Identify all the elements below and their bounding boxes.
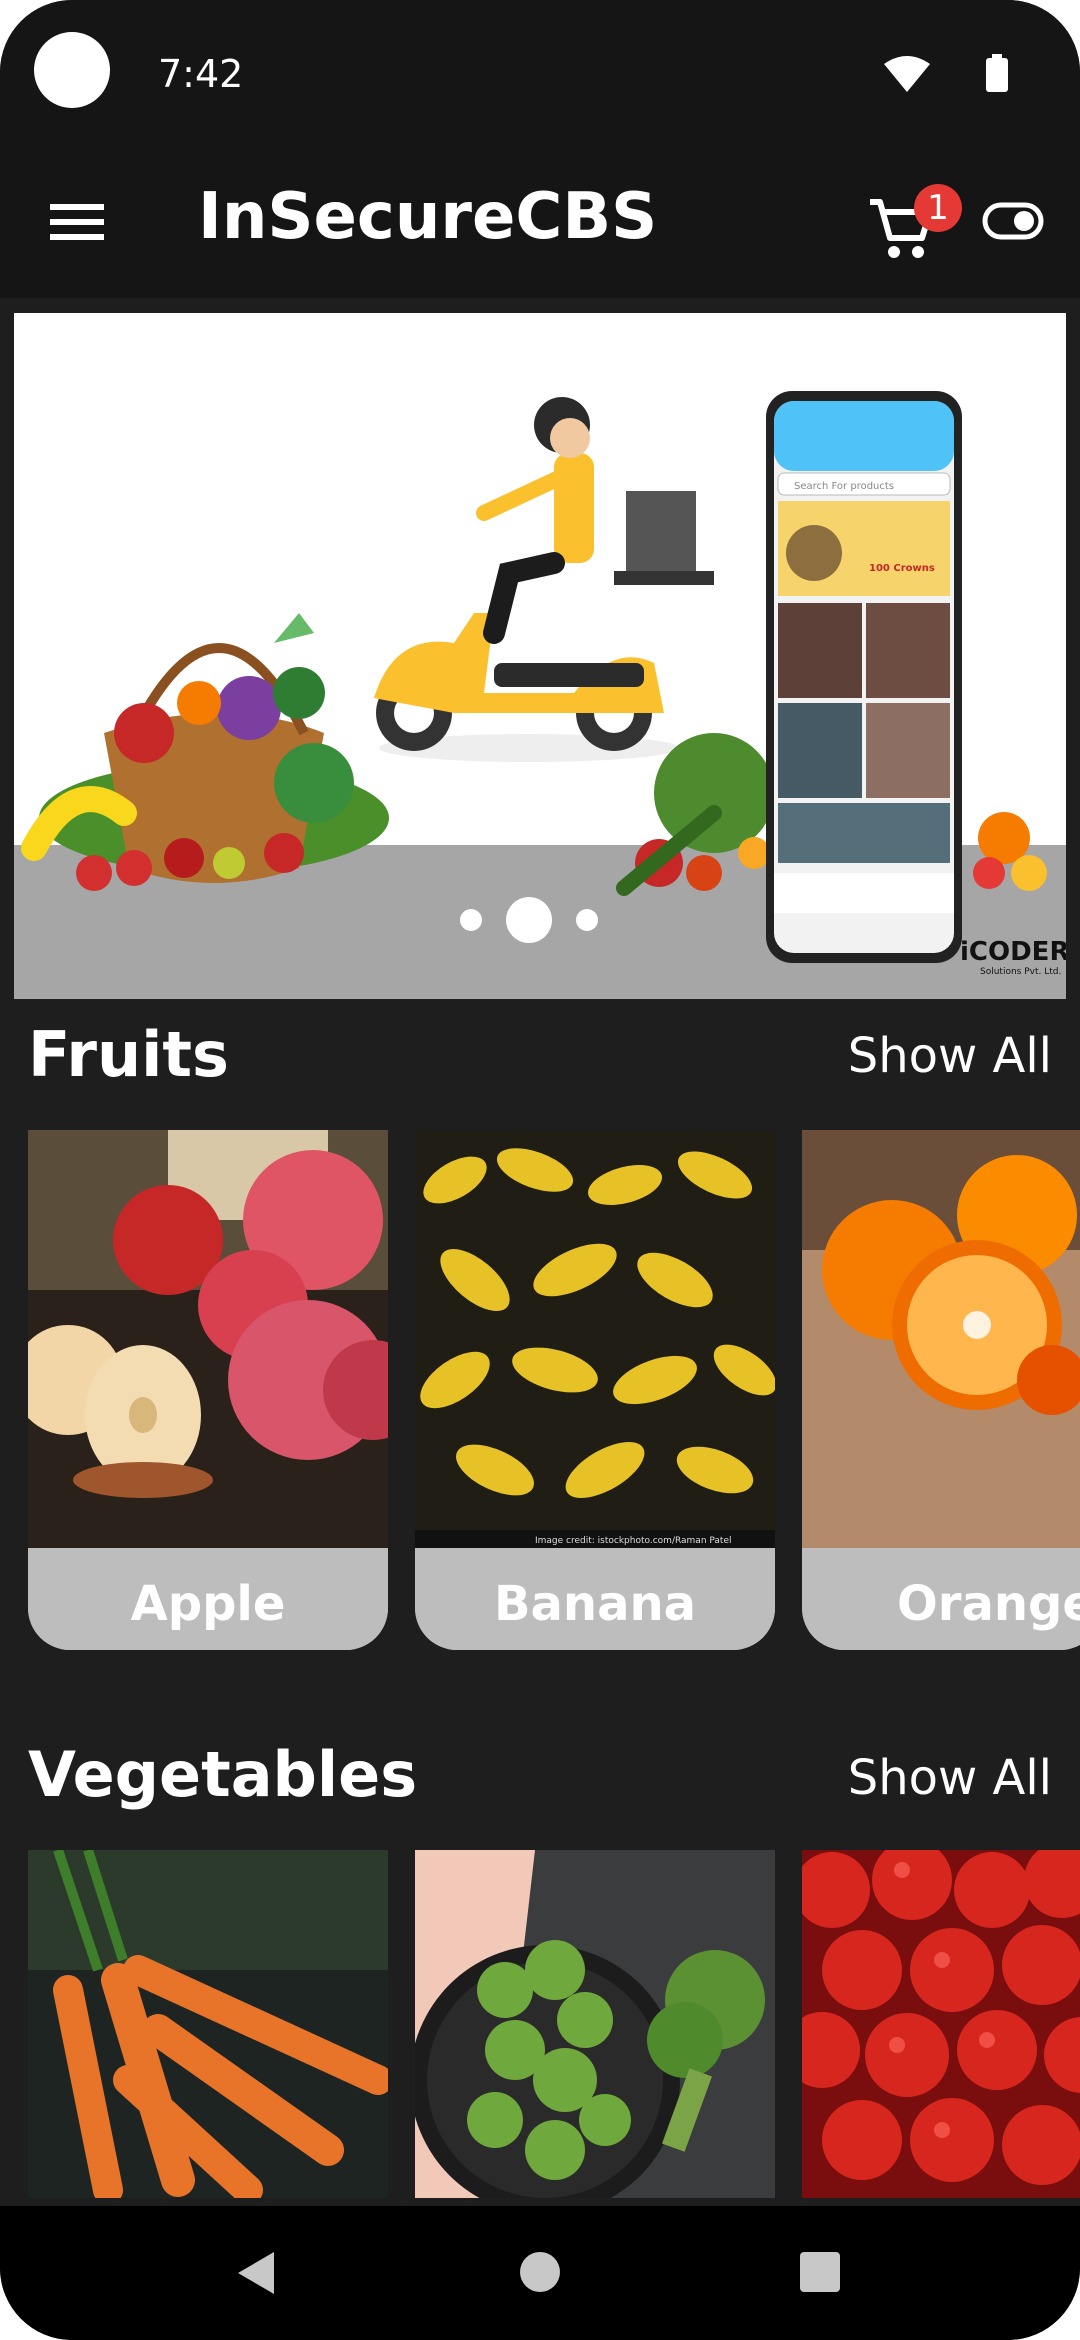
svg-text:100 Crowns: 100 Crowns (869, 563, 935, 574)
phone-mockup-illustration: Search For products 100 Crowns (766, 391, 962, 963)
toggle-icon[interactable] (982, 202, 1044, 240)
coderz-logo: iCODERZ Solutions Pvt. Ltd. (960, 937, 1066, 977)
fruit-card-label: Banana (415, 1548, 775, 1650)
home-icon[interactable] (520, 2252, 560, 2292)
orange-image (802, 1130, 1080, 1548)
banana-image: Image credit: istockphoto.com/Raman Pate… (415, 1130, 775, 1548)
fruit-card-label: Apple (28, 1548, 388, 1650)
back-icon[interactable] (236, 2250, 276, 2296)
tomato-image (802, 1850, 1080, 2198)
battery-icon (986, 54, 1008, 92)
recents-icon[interactable] (800, 2252, 840, 2292)
fruit-basket-illustration (21, 613, 389, 891)
status-time: 7:42 (158, 52, 244, 96)
menu-icon[interactable] (50, 202, 104, 242)
carousel-dot[interactable] (576, 909, 598, 931)
system-nav-bar (0, 2206, 1080, 2340)
svg-text:Image credit: istockphoto.com/: Image credit: istockphoto.com/Raman Pate… (535, 1536, 732, 1546)
status-bar: 7:42 (0, 0, 1080, 150)
fruit-card-banana[interactable]: Image credit: istockphoto.com/Raman Pate… (415, 1130, 775, 1650)
fruit-card-orange[interactable]: Orange (802, 1130, 1080, 1650)
broccoli-image (415, 1850, 775, 2198)
phone-screen: 7:42 InSecureCBS 1 Search For products 1… (0, 0, 1080, 2340)
vegetable-card-tomato[interactable] (802, 1850, 1080, 2198)
carousel-dot[interactable] (460, 909, 482, 931)
fruits-section-title: Fruits (28, 1018, 229, 1091)
delivery-scooter-illustration (374, 397, 714, 762)
carousel-dot-active[interactable] (506, 897, 552, 943)
vegetable-card-carrot[interactable] (28, 1850, 388, 2198)
carousel-dots (460, 897, 598, 943)
fruit-card-label: Orange (802, 1548, 1080, 1650)
vegetables-show-all-link[interactable]: Show All (848, 1750, 1052, 1806)
vegetables-section-title: Vegetables (28, 1738, 418, 1811)
vegetable-card-broccoli[interactable] (415, 1850, 775, 2198)
app-title: InSecureCBS (198, 180, 658, 254)
fruit-card-apple[interactable]: Apple (28, 1130, 388, 1650)
camera-cutout (34, 32, 110, 108)
apple-image (28, 1130, 388, 1548)
carrot-image (28, 1850, 388, 2198)
cart-badge: 1 (914, 184, 962, 232)
promo-banner[interactable]: Search For products 100 Crowns iCODERZ S… (14, 313, 1066, 999)
wifi-icon (884, 56, 930, 92)
svg-text:Search For products: Search For products (794, 481, 894, 492)
app-bar: InSecureCBS 1 (0, 150, 1080, 298)
fruits-show-all-link[interactable]: Show All (848, 1028, 1052, 1084)
cart-button[interactable]: 1 (868, 184, 962, 276)
